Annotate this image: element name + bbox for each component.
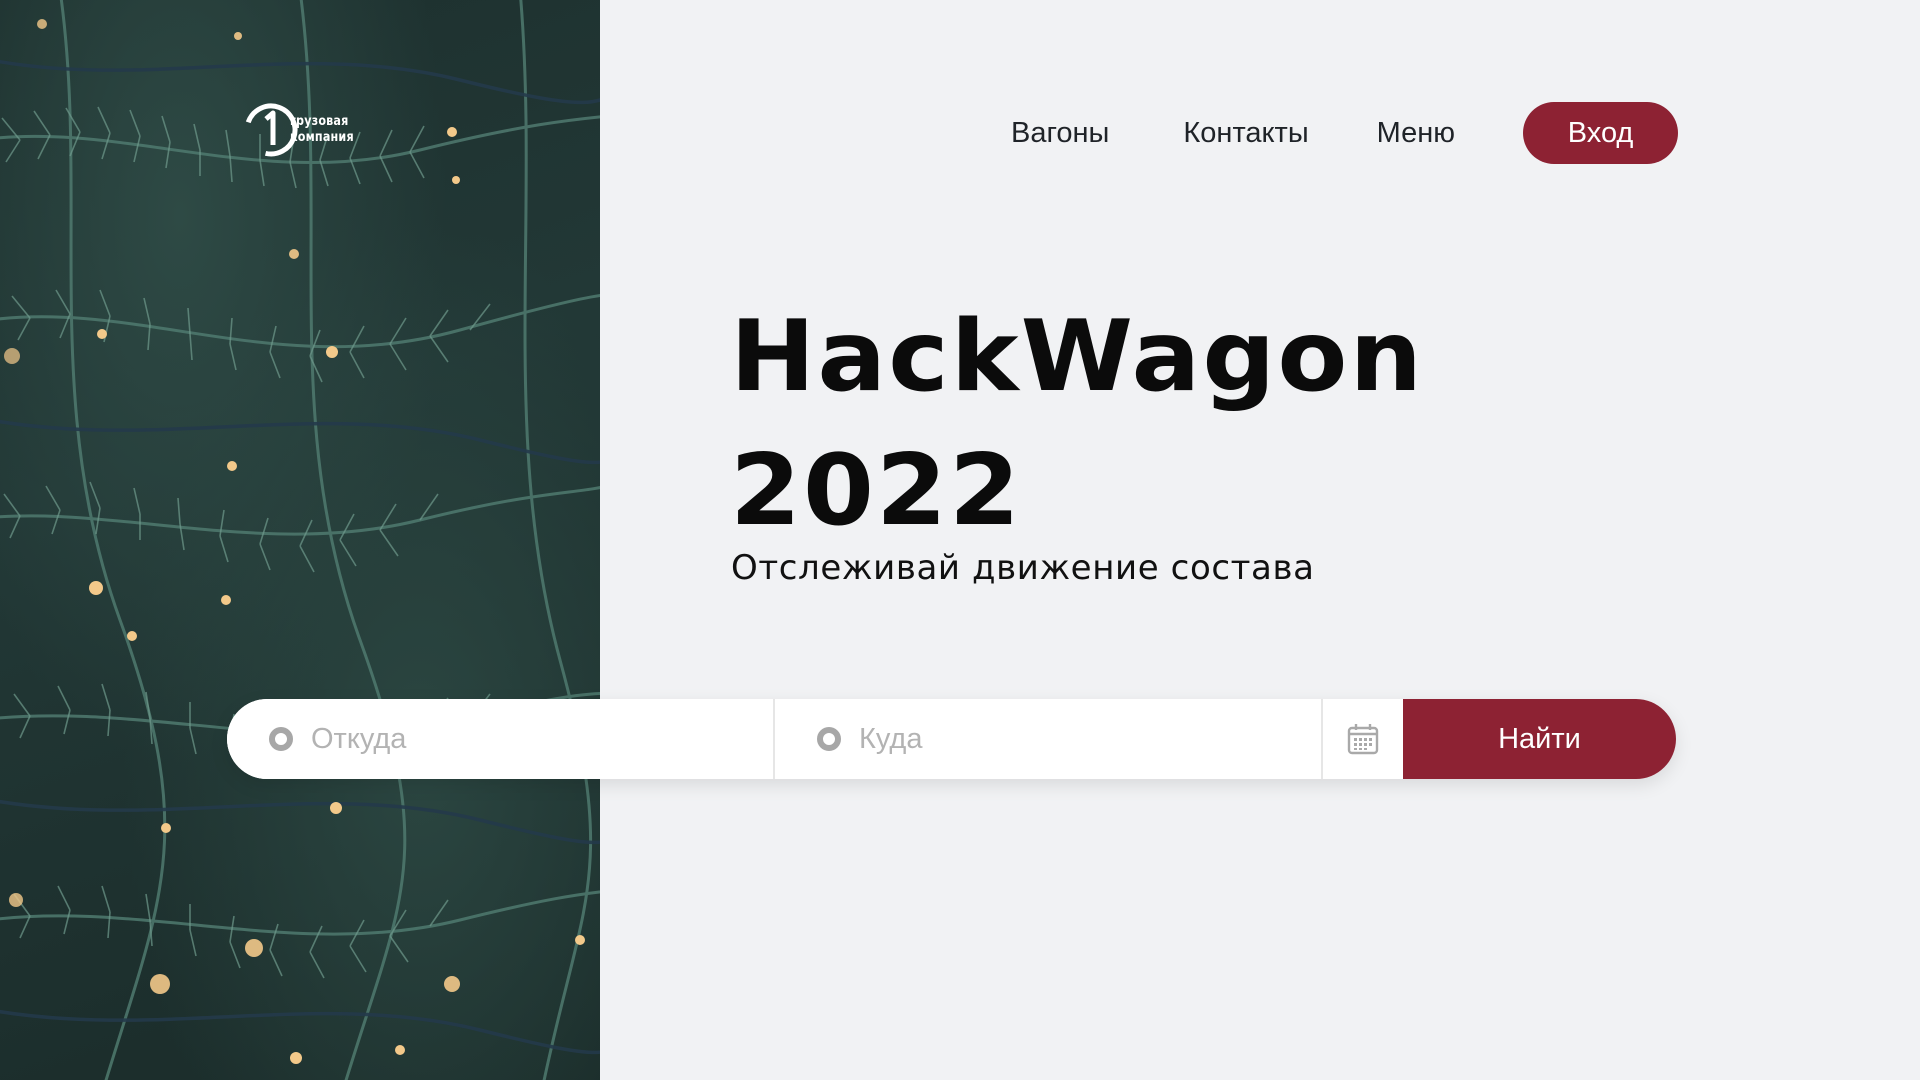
title-line-1: HackWagon	[730, 300, 1425, 414]
from-field[interactable]	[227, 699, 773, 779]
logo-text: грузовая компания	[290, 114, 354, 146]
landing-page: грузовая компания Вагоны Контакты Меню В…	[0, 0, 1920, 1080]
from-input[interactable]	[311, 722, 751, 756]
location-dot-icon	[817, 727, 841, 751]
nav-link-menu[interactable]: Меню	[1377, 117, 1455, 150]
company-logo[interactable]: грузовая компания	[242, 98, 362, 162]
to-input[interactable]	[859, 722, 1299, 756]
to-field[interactable]	[773, 699, 1321, 779]
hero-photo	[0, 0, 600, 1080]
logo-line-2: компания	[290, 130, 354, 145]
nav-link-wagons[interactable]: Вагоны	[1011, 117, 1109, 150]
page-subtitle: Отслеживай движение состава	[731, 548, 1315, 588]
spruce-branches-image	[0, 0, 600, 1080]
calendar-icon	[1347, 724, 1379, 755]
title-line-2: 2022	[730, 434, 1022, 548]
nav-link-contacts[interactable]: Контакты	[1183, 117, 1308, 150]
date-picker[interactable]	[1321, 699, 1403, 779]
login-button[interactable]: Вход	[1523, 102, 1679, 164]
logo-line-1: грузовая	[290, 114, 349, 129]
location-dot-icon	[269, 727, 293, 751]
search-button[interactable]: Найти	[1403, 699, 1676, 779]
route-search-bar: Найти	[227, 699, 1676, 779]
main-nav: Вагоны Контакты Меню Вход	[1000, 102, 1679, 164]
page-title: HackWagon 2022	[730, 290, 1424, 558]
